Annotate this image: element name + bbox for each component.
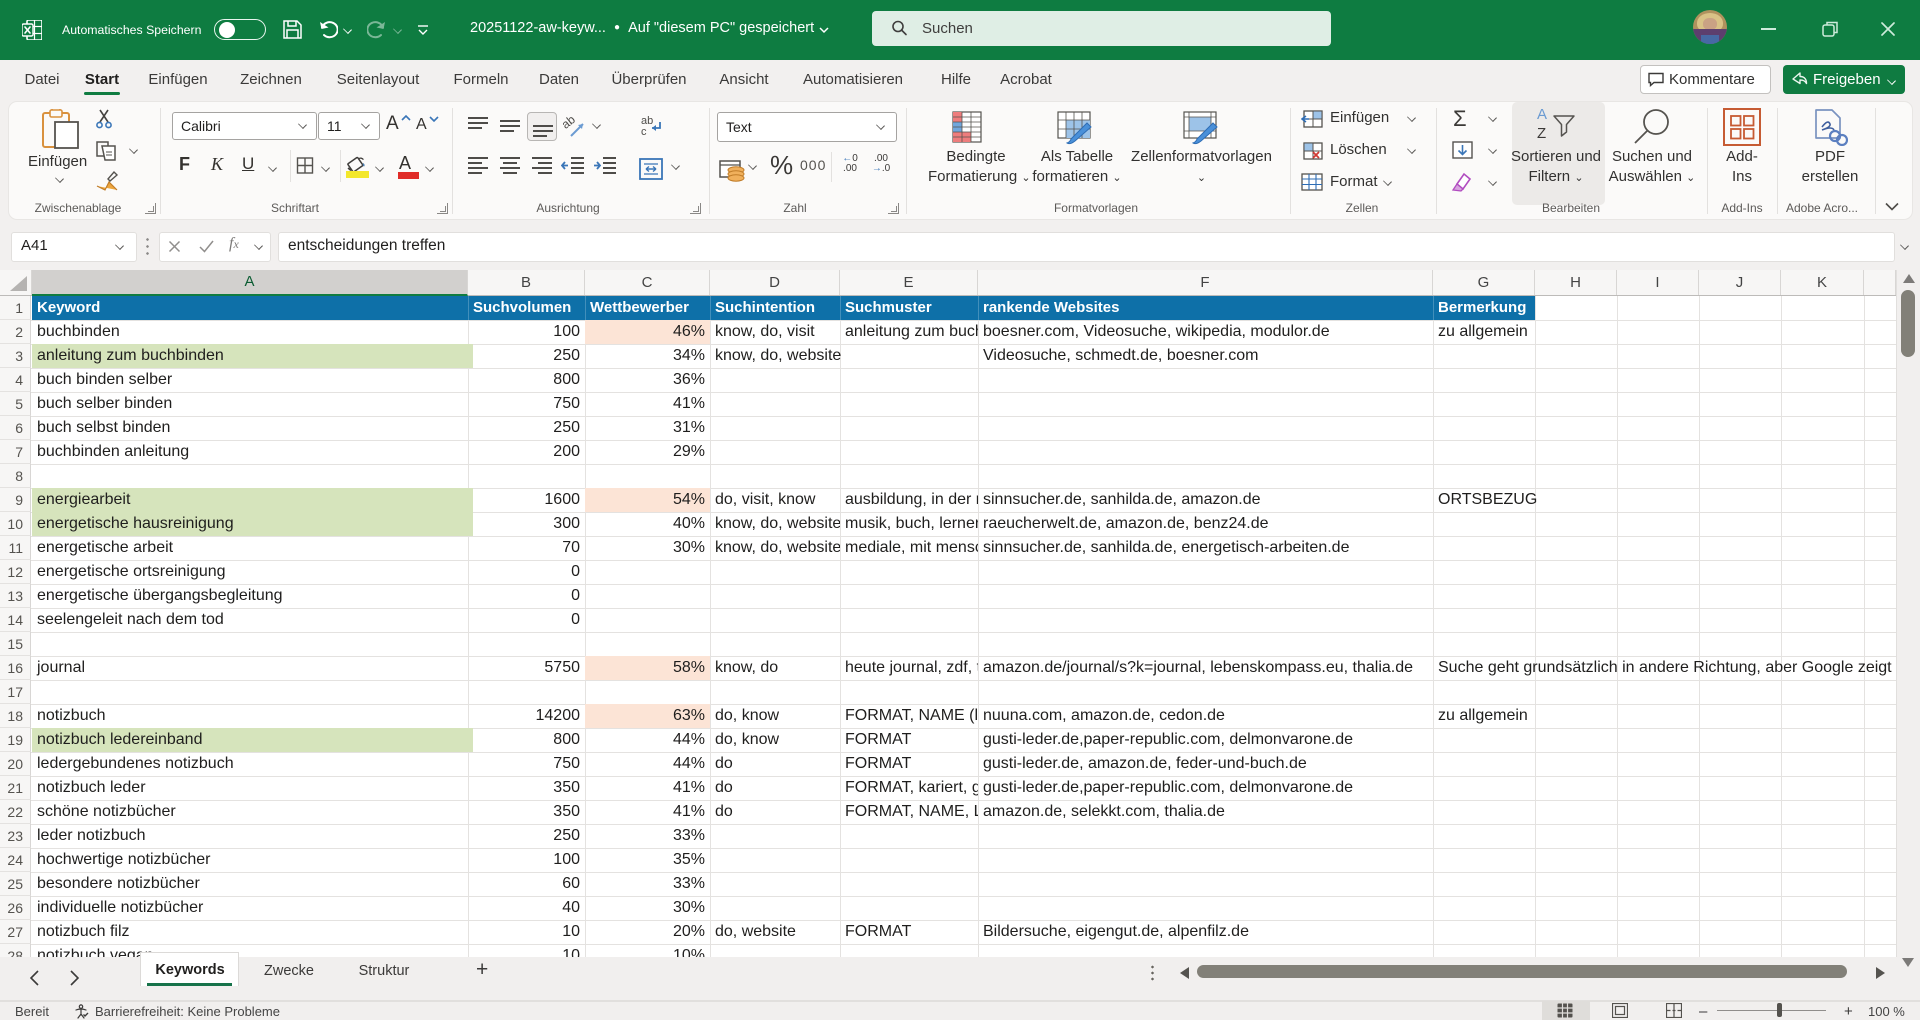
svg-text:c: c [641,126,647,138]
svg-text:ab: ab [563,114,578,132]
